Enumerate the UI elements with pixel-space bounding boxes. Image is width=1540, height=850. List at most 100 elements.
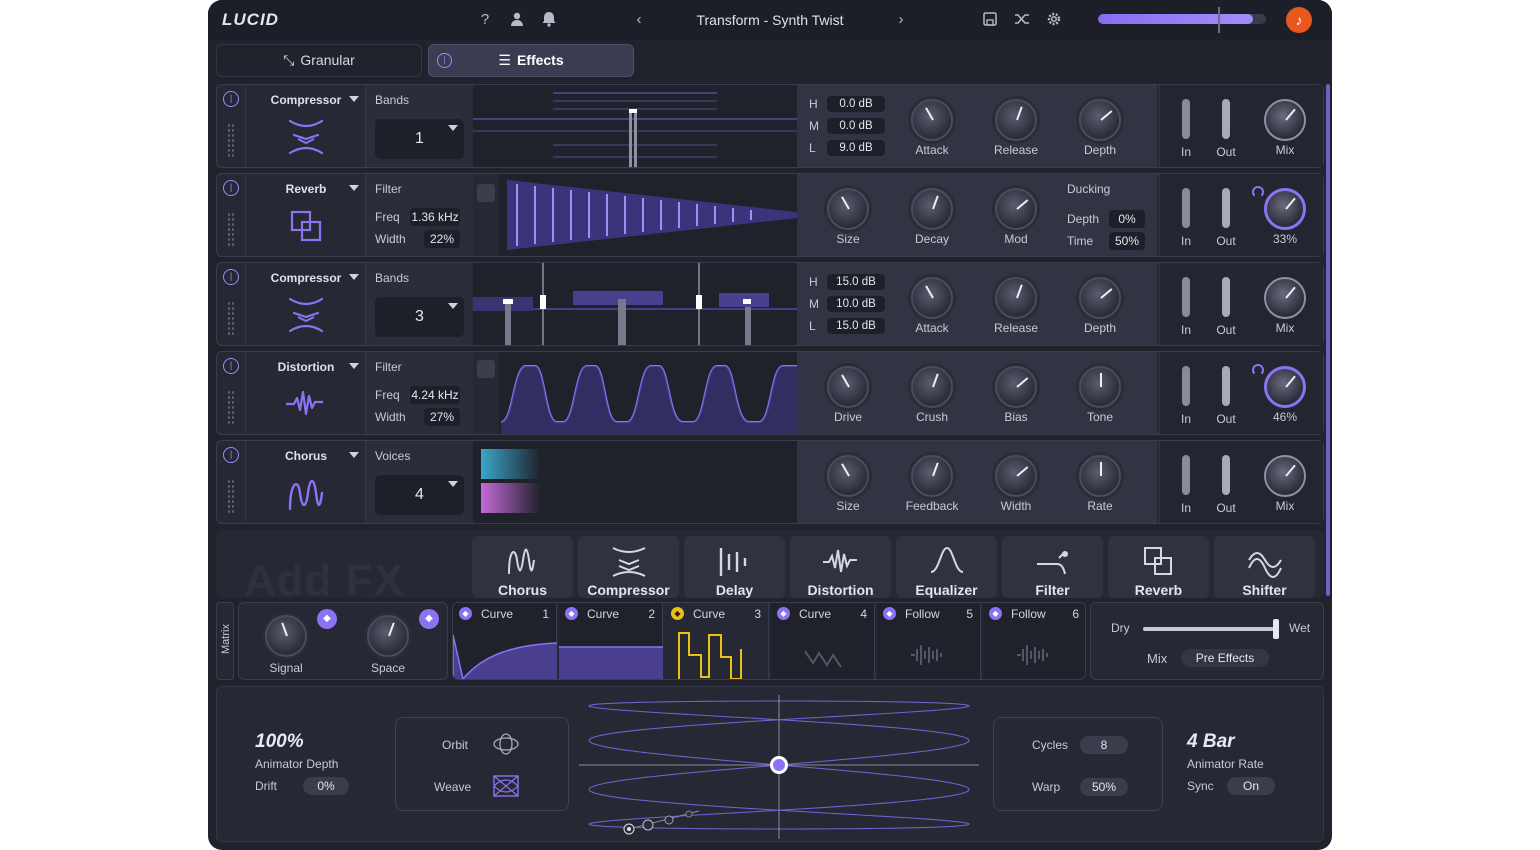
band-l-value[interactable]: 9.0 dB	[827, 140, 885, 156]
mix-knob[interactable]	[1264, 277, 1306, 319]
band-count-select[interactable]: 1	[375, 119, 464, 159]
matrix-tab[interactable]: Matrix	[216, 602, 234, 680]
modulation-icon[interactable]	[1252, 186, 1264, 198]
animator-depth-value[interactable]: 100%	[255, 731, 304, 753]
input-gain-slider[interactable]	[1182, 99, 1190, 139]
preset-name[interactable]: Transform - Synth Twist	[628, 12, 912, 28]
band-h-value[interactable]: 0.0 dB	[827, 96, 885, 112]
next-preset-button[interactable]: ›	[892, 11, 910, 29]
freq-value[interactable]: 1.36 kHz	[410, 208, 460, 226]
modulator-6[interactable]: ◆ Follow 6	[983, 603, 1085, 679]
modulator-drag-icon[interactable]: ◆	[459, 607, 472, 620]
input-gain-slider[interactable]	[1182, 455, 1190, 495]
chevron-down-icon[interactable]	[349, 452, 359, 458]
user-icon[interactable]	[508, 11, 526, 29]
mix-knob[interactable]	[1264, 188, 1306, 230]
duck-depth-value[interactable]: 0%	[1109, 210, 1145, 228]
add-compressor-button[interactable]: Compressor	[578, 536, 679, 598]
fx-visualizer[interactable]	[473, 352, 797, 434]
bell-icon[interactable]	[540, 11, 558, 29]
depth-knob[interactable]	[1079, 99, 1121, 141]
band-count-select[interactable]: 3	[375, 297, 464, 337]
gear-icon[interactable]	[1045, 11, 1063, 29]
width-value[interactable]: 22%	[424, 230, 460, 248]
master-level-meter[interactable]	[1098, 14, 1266, 24]
add-filter-button[interactable]: Filter	[1002, 536, 1103, 598]
tab-granular[interactable]: ⤡ Granular	[216, 44, 422, 77]
add-reverb-button[interactable]: Reverb	[1108, 536, 1209, 598]
drag-handle-icon[interactable]	[227, 390, 235, 426]
band-count-select[interactable]: 4	[375, 475, 464, 515]
save-icon[interactable]	[981, 11, 999, 29]
fx-visualizer[interactable]	[473, 441, 797, 523]
width-value[interactable]: 27%	[424, 408, 460, 426]
output-gain-slider[interactable]	[1222, 99, 1230, 139]
warp-value[interactable]: 50%	[1080, 778, 1128, 796]
fx-selector[interactable]: Compressor	[245, 263, 365, 345]
duck-time-value[interactable]: 50%	[1109, 232, 1145, 250]
power-icon[interactable]: |	[223, 269, 239, 285]
band-m-value[interactable]: 10.0 dB	[827, 296, 885, 312]
drive-knob[interactable]	[827, 366, 869, 408]
band-m-value[interactable]: 0.0 dB	[827, 118, 885, 134]
lissajous-display[interactable]	[579, 695, 979, 839]
modulator-1[interactable]: ◆ Curve 1	[453, 603, 557, 679]
chevron-down-icon[interactable]	[349, 274, 359, 280]
power-icon[interactable]: |	[223, 447, 239, 463]
drag-handle-icon[interactable]	[227, 212, 235, 248]
band-h-value[interactable]: 15.0 dB	[827, 274, 885, 290]
freq-value[interactable]: 4.24 kHz	[410, 386, 460, 404]
mix-knob[interactable]	[1264, 455, 1306, 497]
input-gain-slider[interactable]	[1182, 366, 1190, 406]
dry-wet-slider[interactable]	[1143, 619, 1279, 639]
orbit-icon[interactable]	[492, 732, 520, 761]
decay-knob[interactable]	[911, 188, 953, 230]
fx-selector[interactable]: Distortion	[245, 352, 365, 434]
modulation-icon[interactable]	[1252, 364, 1264, 376]
tone-knob[interactable]	[1079, 366, 1121, 408]
mix-mode-button[interactable]: Pre Effects	[1181, 649, 1269, 667]
chevron-down-icon[interactable]	[349, 185, 359, 191]
modulator-drag-icon[interactable]: ◆	[989, 607, 1002, 620]
power-icon[interactable]: |	[437, 53, 452, 68]
width-knob[interactable]	[995, 455, 1037, 497]
attack-knob[interactable]	[911, 277, 953, 319]
power-icon[interactable]: |	[223, 358, 239, 374]
output-gain-slider[interactable]	[1222, 366, 1230, 406]
attack-knob[interactable]	[911, 99, 953, 141]
band-l-value[interactable]: 15.0 dB	[827, 318, 885, 334]
size-knob[interactable]	[827, 188, 869, 230]
power-icon[interactable]: |	[223, 91, 239, 107]
drag-handle-icon[interactable]	[227, 123, 235, 159]
modulator-2[interactable]: ◆ Curve 2	[559, 603, 663, 679]
drift-value[interactable]: 0%	[303, 777, 349, 795]
feedback-knob[interactable]	[911, 455, 953, 497]
chevron-down-icon[interactable]	[349, 96, 359, 102]
sync-toggle[interactable]: On	[1227, 777, 1275, 795]
space-link-icon[interactable]: ◆	[419, 609, 439, 629]
mix-knob[interactable]	[1264, 99, 1306, 141]
modulator-4[interactable]: ◆ Curve 4	[771, 603, 875, 679]
signal-link-icon[interactable]: ◆	[317, 609, 337, 629]
add-distortion-button[interactable]: Distortion	[790, 536, 891, 598]
size-knob[interactable]	[827, 455, 869, 497]
modulator-drag-icon[interactable]: ◆	[777, 607, 790, 620]
crush-knob[interactable]	[911, 366, 953, 408]
cycles-value[interactable]: 8	[1080, 736, 1128, 754]
modulator-3[interactable]: ◆ Curve 3	[665, 603, 769, 679]
fx-selector[interactable]: Reverb	[245, 174, 365, 256]
dry-wet-handle[interactable]	[1273, 619, 1279, 639]
help-icon[interactable]: ?	[476, 11, 494, 29]
modulator-drag-icon[interactable]: ◆	[565, 607, 578, 620]
release-knob[interactable]	[995, 277, 1037, 319]
power-icon[interactable]: |	[223, 180, 239, 196]
drag-handle-icon[interactable]	[227, 479, 235, 515]
rate-knob[interactable]	[1079, 455, 1121, 497]
scrollbar[interactable]	[1326, 84, 1330, 596]
add-delay-button[interactable]: Delay	[684, 536, 785, 598]
weave-icon[interactable]	[492, 774, 520, 803]
add-chorus-button[interactable]: Chorus	[472, 536, 573, 598]
output-gain-slider[interactable]	[1222, 188, 1230, 228]
input-gain-slider[interactable]	[1182, 277, 1190, 317]
modulator-5[interactable]: ◆ Follow 5	[877, 603, 981, 679]
